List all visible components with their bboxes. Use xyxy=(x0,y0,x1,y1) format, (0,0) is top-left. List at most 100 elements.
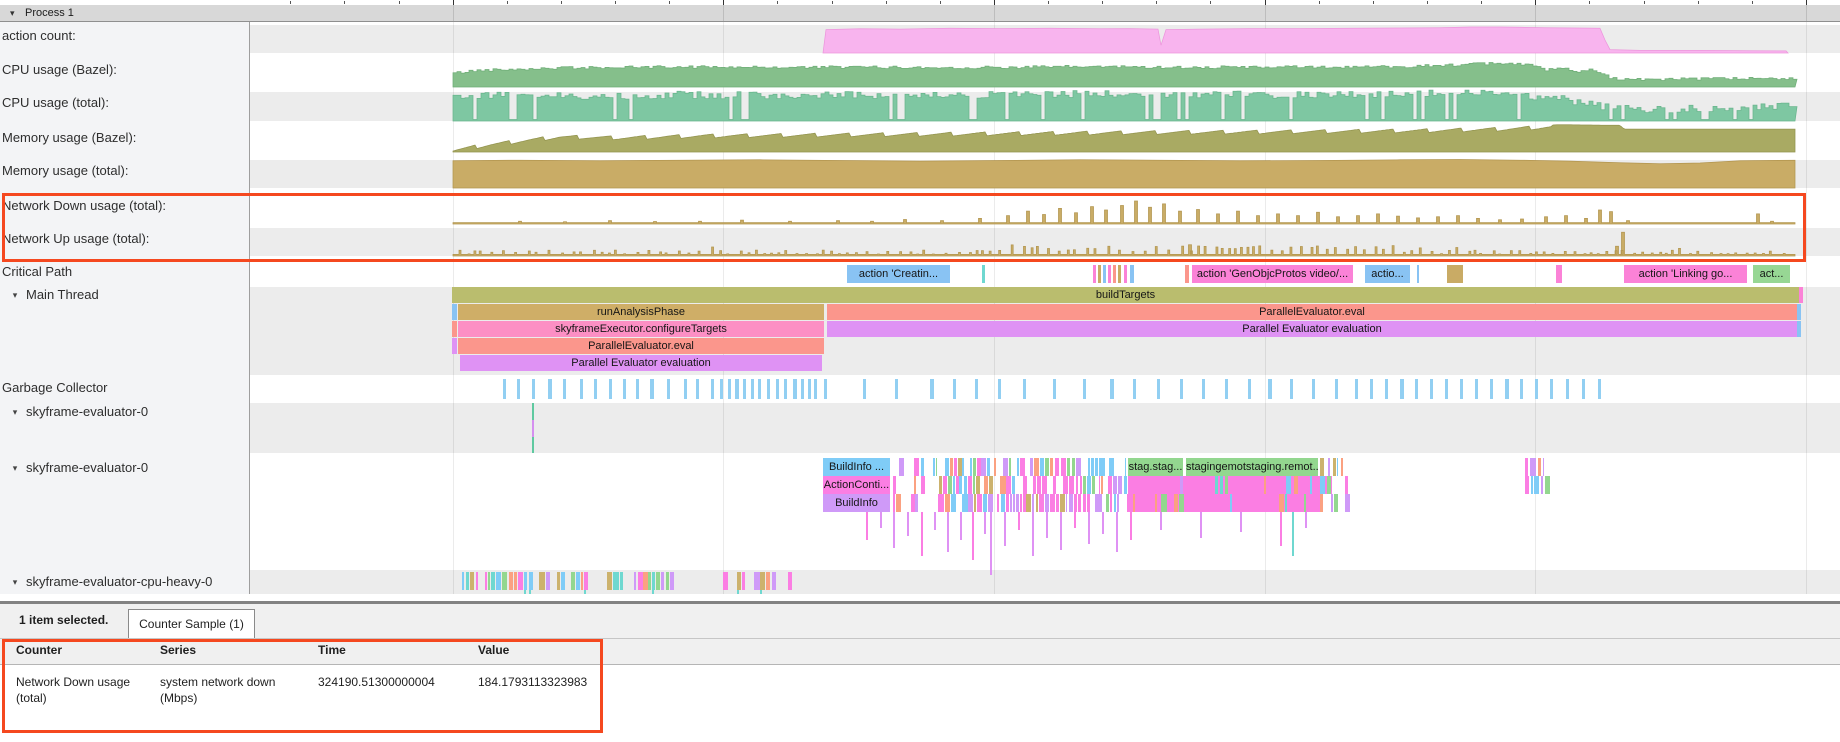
gc-tick[interactable] xyxy=(1385,379,1388,399)
eval-sliver[interactable] xyxy=(1215,476,1217,494)
flame-bar[interactable]: buildTargets xyxy=(452,287,1799,303)
eval-sliver[interactable] xyxy=(1045,458,1049,476)
eval-sliver[interactable] xyxy=(1531,476,1533,494)
cpu-heavy-sliver[interactable] xyxy=(557,572,560,590)
collapse-arrow-icon[interactable]: ▾ xyxy=(8,407,22,418)
cpu-heavy-sliver[interactable] xyxy=(788,572,792,590)
cpu-heavy-sliver[interactable] xyxy=(576,572,579,590)
gc-tick[interactable] xyxy=(863,379,866,399)
gc-tick[interactable] xyxy=(532,379,535,399)
critical-path-block[interactable] xyxy=(1093,265,1096,283)
eval-sliver[interactable] xyxy=(968,476,971,494)
gc-tick[interactable] xyxy=(1110,379,1114,399)
eval-sliver[interactable] xyxy=(1220,476,1223,494)
eval-sliver[interactable] xyxy=(1118,476,1122,494)
gc-tick[interactable] xyxy=(895,379,898,399)
eval-sliver[interactable] xyxy=(1310,476,1312,494)
eval-sliver[interactable] xyxy=(1095,458,1098,476)
gc-tick[interactable] xyxy=(1415,379,1418,399)
eval-sliver[interactable] xyxy=(1055,458,1060,476)
cpu-heavy-sliver[interactable] xyxy=(670,572,674,590)
eval-sliver[interactable] xyxy=(933,458,935,476)
eval-sliver[interactable] xyxy=(954,458,957,476)
cpu-heavy-sliver[interactable] xyxy=(652,572,655,590)
gc-tick[interactable] xyxy=(696,379,699,399)
eval-sliver[interactable] xyxy=(956,476,959,494)
counter-track-label[interactable]: Memory usage (total): xyxy=(0,163,246,179)
gc-tick[interactable] xyxy=(953,379,956,399)
critical-path-block[interactable] xyxy=(1118,265,1121,283)
eval-sliver[interactable] xyxy=(1230,494,1233,512)
eval-sliver[interactable] xyxy=(977,494,982,512)
cpu-heavy-sliver[interactable] xyxy=(634,572,636,590)
gc-tick[interactable] xyxy=(1550,379,1553,399)
eval-sliver[interactable] xyxy=(1023,494,1026,512)
gc-tick[interactable] xyxy=(735,379,739,399)
eval-sliver[interactable] xyxy=(1334,494,1338,512)
eval-sliver[interactable] xyxy=(1538,458,1540,476)
eval-sliver[interactable] xyxy=(1545,476,1550,494)
eval-solid-base[interactable] xyxy=(1128,476,1332,494)
gc-tick[interactable] xyxy=(1225,379,1228,399)
eval-sliver[interactable] xyxy=(994,458,996,476)
eval-sliver[interactable] xyxy=(1304,494,1306,512)
cpu-heavy-sliver[interactable] xyxy=(546,572,550,590)
cpu-heavy-sliver[interactable] xyxy=(584,572,588,590)
gc-tick[interactable] xyxy=(684,379,687,399)
eval-sliver[interactable] xyxy=(911,494,915,512)
eval-sliver[interactable] xyxy=(1099,476,1101,494)
cpu-heavy-sliver[interactable] xyxy=(561,572,566,590)
eval-sliver[interactable] xyxy=(951,494,956,512)
eval-sliver[interactable] xyxy=(1067,458,1071,476)
eval-sliver[interactable] xyxy=(962,494,967,512)
eval-sliver[interactable] xyxy=(1320,494,1323,512)
cpu-heavy-sliver[interactable] xyxy=(737,572,741,590)
counter-chart-cpu_total[interactable] xyxy=(453,90,1797,121)
gc-tick[interactable] xyxy=(711,379,714,399)
cpu-heavy-sliver[interactable] xyxy=(607,572,612,590)
cpu-heavy-sliver[interactable] xyxy=(581,572,583,590)
eval-sliver[interactable] xyxy=(988,494,993,512)
eval-sliver[interactable] xyxy=(968,494,973,512)
eval-sliver[interactable] xyxy=(1530,458,1535,476)
critical-path-block[interactable] xyxy=(1185,265,1189,283)
critical-path-block[interactable]: action 'Creatin... xyxy=(847,265,950,283)
gc-tick[interactable] xyxy=(930,379,934,399)
eval-sliver[interactable] xyxy=(1023,476,1027,494)
eval-sliver[interactable] xyxy=(1061,458,1066,476)
eval-sliver[interactable] xyxy=(1179,494,1184,512)
eval-sliver[interactable] xyxy=(914,476,916,494)
eval-sliver[interactable] xyxy=(1294,476,1299,494)
gc-tick[interactable] xyxy=(1400,379,1404,399)
eval-sliver[interactable] xyxy=(1074,494,1077,512)
eval-sliver[interactable] xyxy=(953,476,955,494)
counter-track-label[interactable]: CPU usage (Bazel): xyxy=(0,62,246,78)
flame-bar[interactable]: Parallel Evaluator evaluation xyxy=(827,321,1797,337)
flame-bar[interactable]: ParallelEvaluator.eval xyxy=(827,304,1797,320)
cpu-heavy-sliver[interactable] xyxy=(643,572,647,590)
eval-sliver[interactable] xyxy=(1174,494,1177,512)
eval-sliver[interactable] xyxy=(997,494,999,512)
gc-tick[interactable] xyxy=(667,379,670,399)
eval-sliver[interactable] xyxy=(1110,494,1112,512)
counter-track-label[interactable]: Memory usage (Bazel): xyxy=(0,130,246,146)
cpu-heavy-sliver[interactable] xyxy=(509,572,513,590)
eval-sliver[interactable] xyxy=(1180,476,1183,494)
gc-tick[interactable] xyxy=(1460,379,1463,399)
gc-tick[interactable] xyxy=(1520,379,1523,399)
eval-sliver[interactable] xyxy=(1525,458,1528,476)
eval-sliver[interactable] xyxy=(1095,494,1097,512)
eval-sliver[interactable] xyxy=(1525,476,1529,494)
eval-sliver[interactable] xyxy=(1039,494,1044,512)
eval-sliver[interactable] xyxy=(976,476,980,494)
flame-bar[interactable] xyxy=(1797,321,1801,337)
eval-sliver[interactable] xyxy=(1099,458,1103,476)
eval-sliver[interactable] xyxy=(1117,494,1119,512)
eval-sliver[interactable] xyxy=(1076,458,1081,476)
gc-tick[interactable] xyxy=(784,379,787,399)
eval-labeled-block[interactable]: BuildInfo xyxy=(823,494,890,512)
eval-sliver[interactable] xyxy=(1006,494,1009,512)
gc-tick[interactable] xyxy=(1566,379,1569,399)
gc-tick[interactable] xyxy=(1445,379,1448,399)
collapse-arrow-icon[interactable]: ▾ xyxy=(8,290,22,301)
